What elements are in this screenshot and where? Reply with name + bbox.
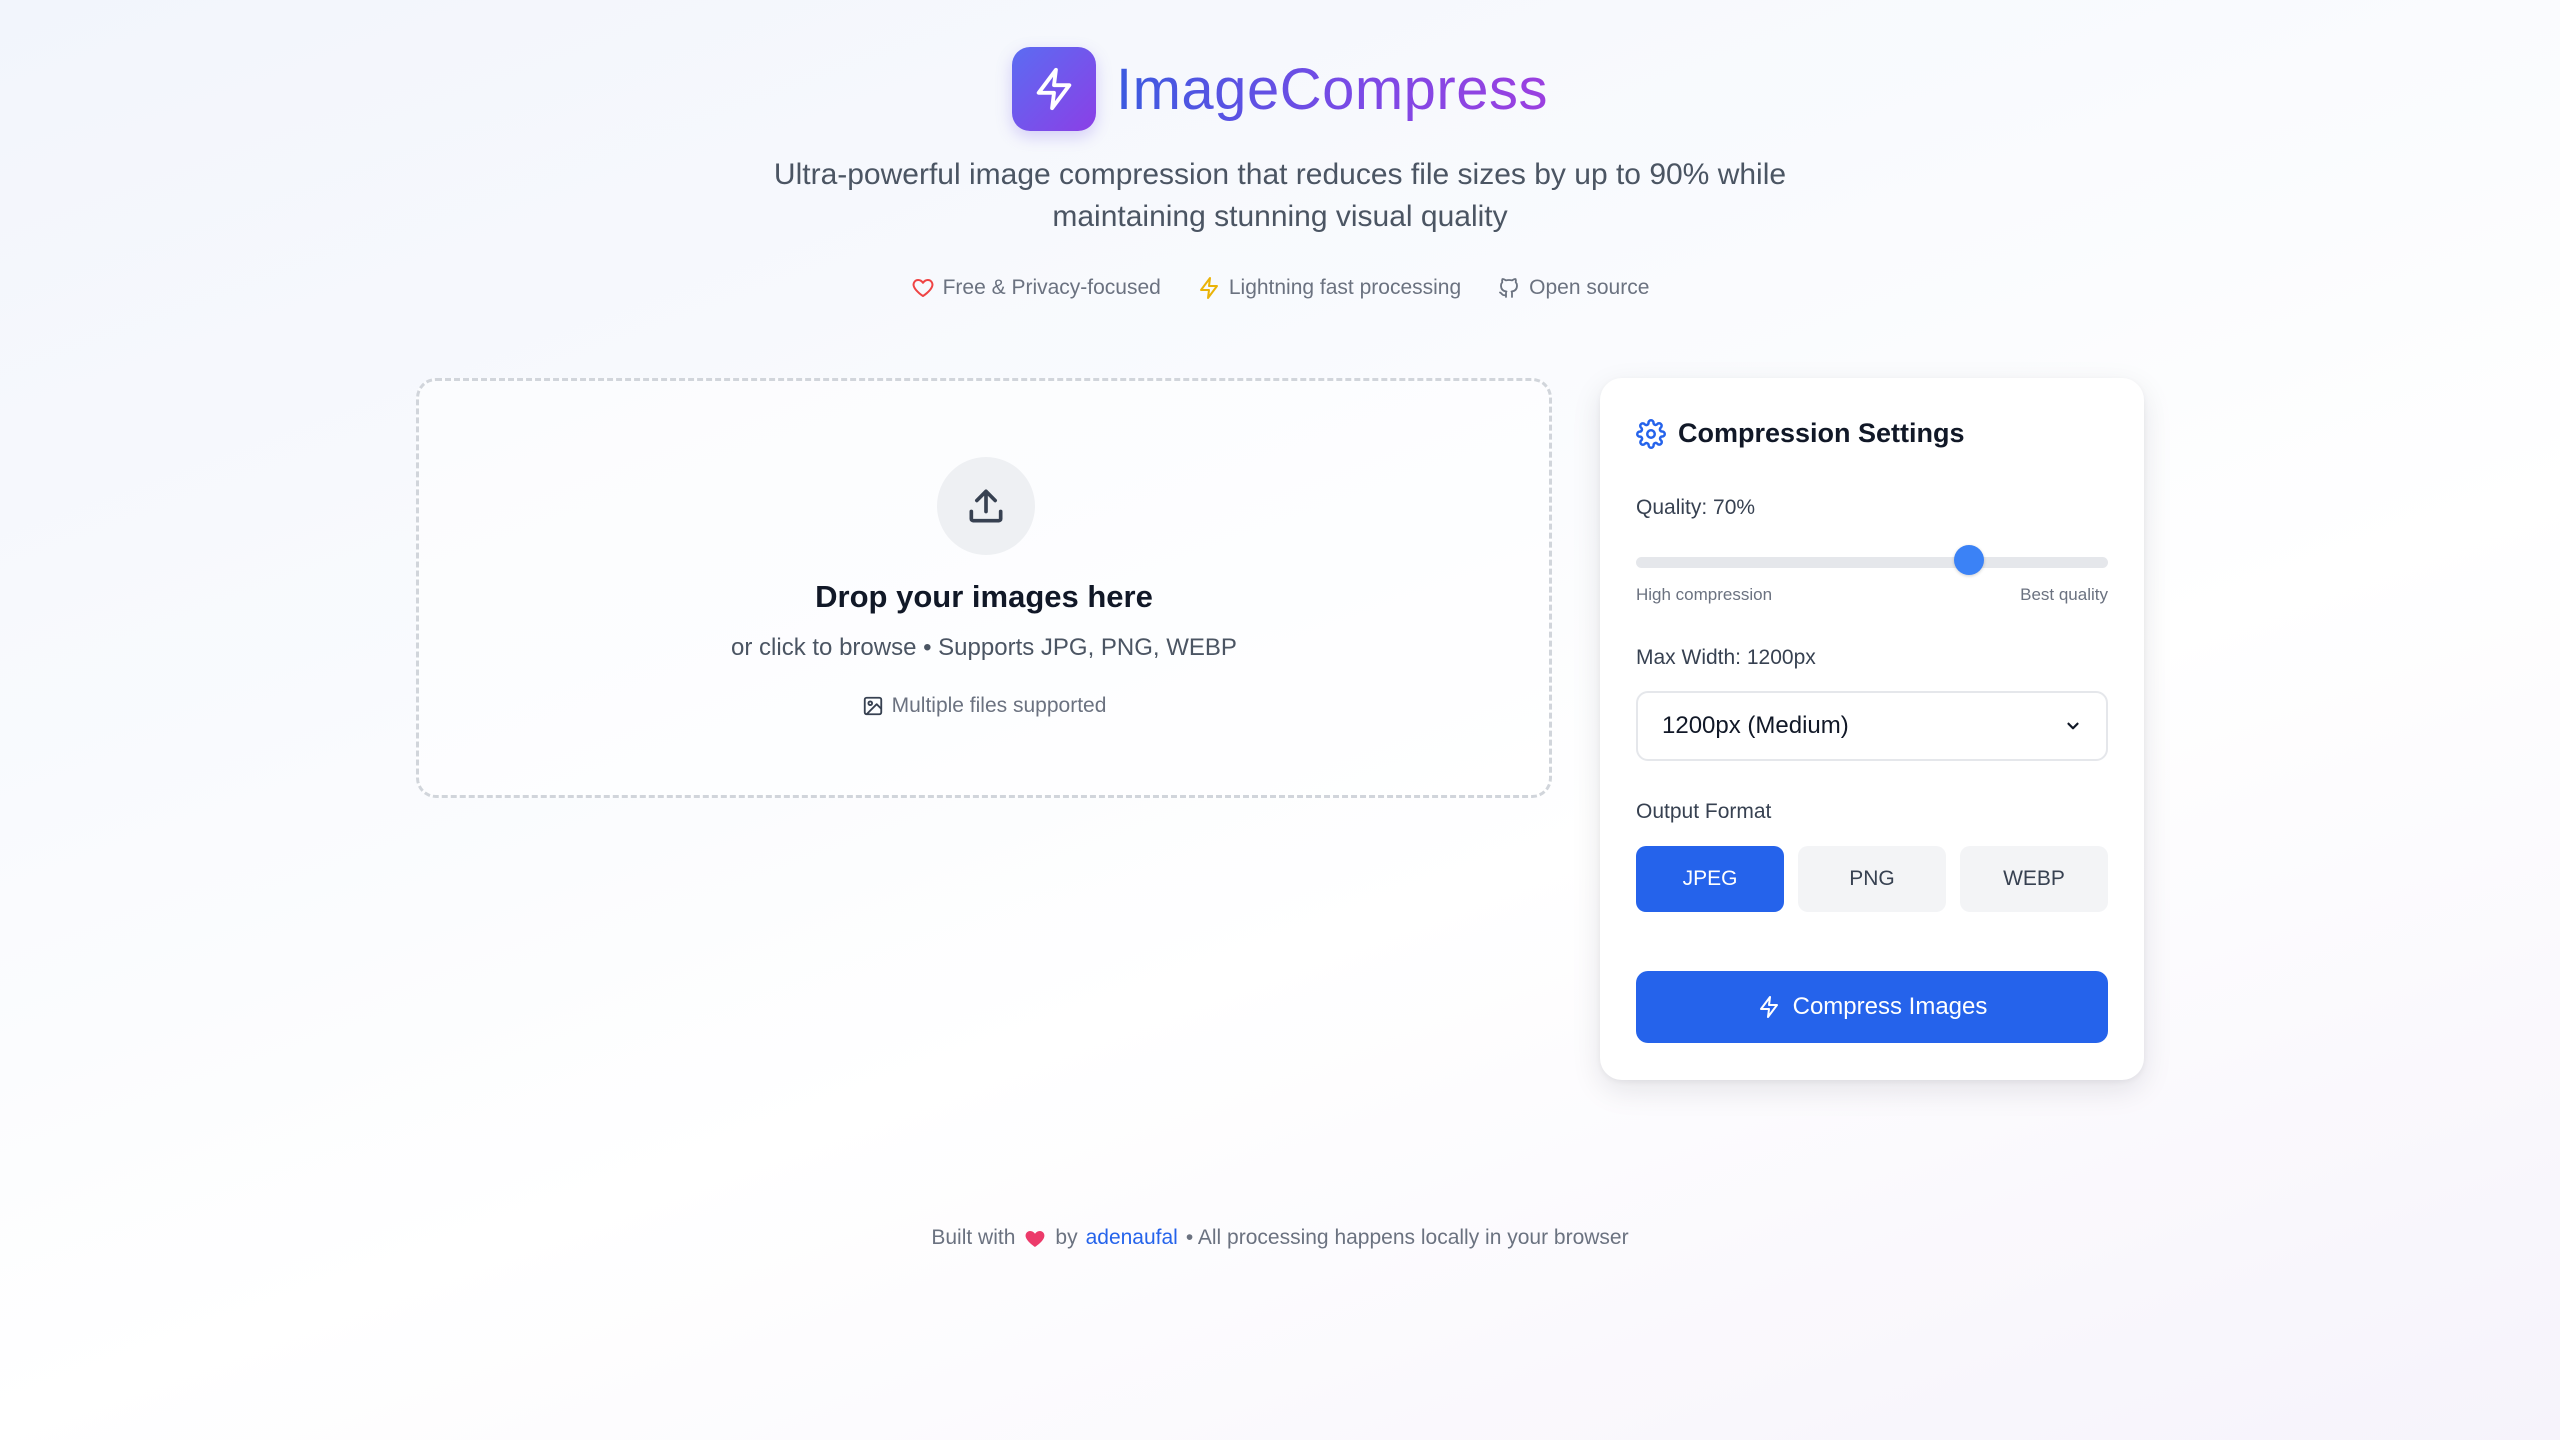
gear-icon bbox=[1636, 418, 1666, 449]
quality-slider[interactable] bbox=[1636, 557, 2108, 568]
feature-list: Free & Privacy-focused Lightning fast pr… bbox=[0, 276, 2560, 300]
compression-settings-card: Compression Settings Quality: 70% High c… bbox=[1600, 378, 2144, 1080]
upload-button[interactable] bbox=[937, 457, 1035, 555]
compress-button-label: Compress Images bbox=[1792, 993, 1988, 1020]
upload-icon bbox=[969, 489, 1003, 523]
footer-built-with: Built with bbox=[931, 1226, 1016, 1249]
feature-label: Free & Privacy-focused bbox=[942, 276, 1161, 299]
output-format-label: Output Format bbox=[1636, 800, 1772, 823]
max-width-select[interactable]: 1200px (Medium) bbox=[1636, 691, 2108, 761]
image-dropzone[interactable]: Drop your images here or click to browse… bbox=[416, 378, 1552, 798]
settings-title: Compression Settings bbox=[1678, 418, 1965, 448]
app-subtitle: Ultra-powerful image compression that re… bbox=[773, 158, 1787, 233]
dropzone-title: Drop your images here bbox=[815, 579, 1153, 614]
dropzone-subtitle: or click to browse • Supports JPG, PNG, … bbox=[731, 634, 1237, 661]
lightning-icon bbox=[1199, 277, 1218, 299]
quality-label: Quality: 70% bbox=[1636, 496, 1756, 519]
format-png-button[interactable]: PNG bbox=[1798, 846, 1946, 912]
github-icon bbox=[1499, 278, 1519, 298]
chevron-down-icon bbox=[2067, 722, 2079, 730]
settings-header: Compression Settings bbox=[1636, 418, 1965, 449]
lightning-icon bbox=[1036, 67, 1072, 111]
feature-label: Open source bbox=[1529, 276, 1650, 299]
slider-max-label: Best quality bbox=[2020, 585, 2108, 604]
multiple-files-label: Multiple files supported bbox=[891, 694, 1107, 717]
app-logo bbox=[1012, 47, 1096, 131]
max-width-label: Max Width: 1200px bbox=[1636, 646, 1816, 669]
footer: Built with by adenaufal • All processing… bbox=[0, 1226, 2560, 1250]
format-webp-button[interactable]: WEBP bbox=[1960, 846, 2108, 912]
feature-label: Lightning fast processing bbox=[1228, 276, 1462, 299]
feature-open-source: Open source bbox=[1497, 276, 1649, 300]
output-format-group: JPEG PNG WEBP bbox=[1636, 846, 2108, 912]
image-icon bbox=[863, 696, 882, 716]
feature-speed: Lightning fast processing bbox=[1197, 276, 1461, 300]
max-width-selected: 1200px (Medium) bbox=[1662, 712, 1849, 739]
heart-icon bbox=[912, 279, 934, 297]
lightning-icon bbox=[1759, 996, 1778, 1018]
footer-note: • All processing happens locally in your… bbox=[1185, 1226, 1629, 1249]
quality-slider-thumb[interactable] bbox=[1954, 545, 1985, 575]
multiple-files-note: Multiple files supported bbox=[419, 694, 1549, 718]
heart-icon bbox=[1025, 1231, 1045, 1247]
slider-min-label: High compression bbox=[1636, 585, 1773, 604]
compress-images-button[interactable]: Compress Images bbox=[1636, 971, 2108, 1043]
brand-header: ImageCompress bbox=[0, 47, 2560, 131]
author-link[interactable]: adenaufal bbox=[1086, 1226, 1178, 1250]
footer-by: by bbox=[1055, 1226, 1078, 1249]
app-title: ImageCompress bbox=[1116, 56, 1548, 122]
feature-privacy: Free & Privacy-focused bbox=[911, 276, 1161, 300]
format-jpeg-button[interactable]: JPEG bbox=[1636, 846, 1784, 912]
